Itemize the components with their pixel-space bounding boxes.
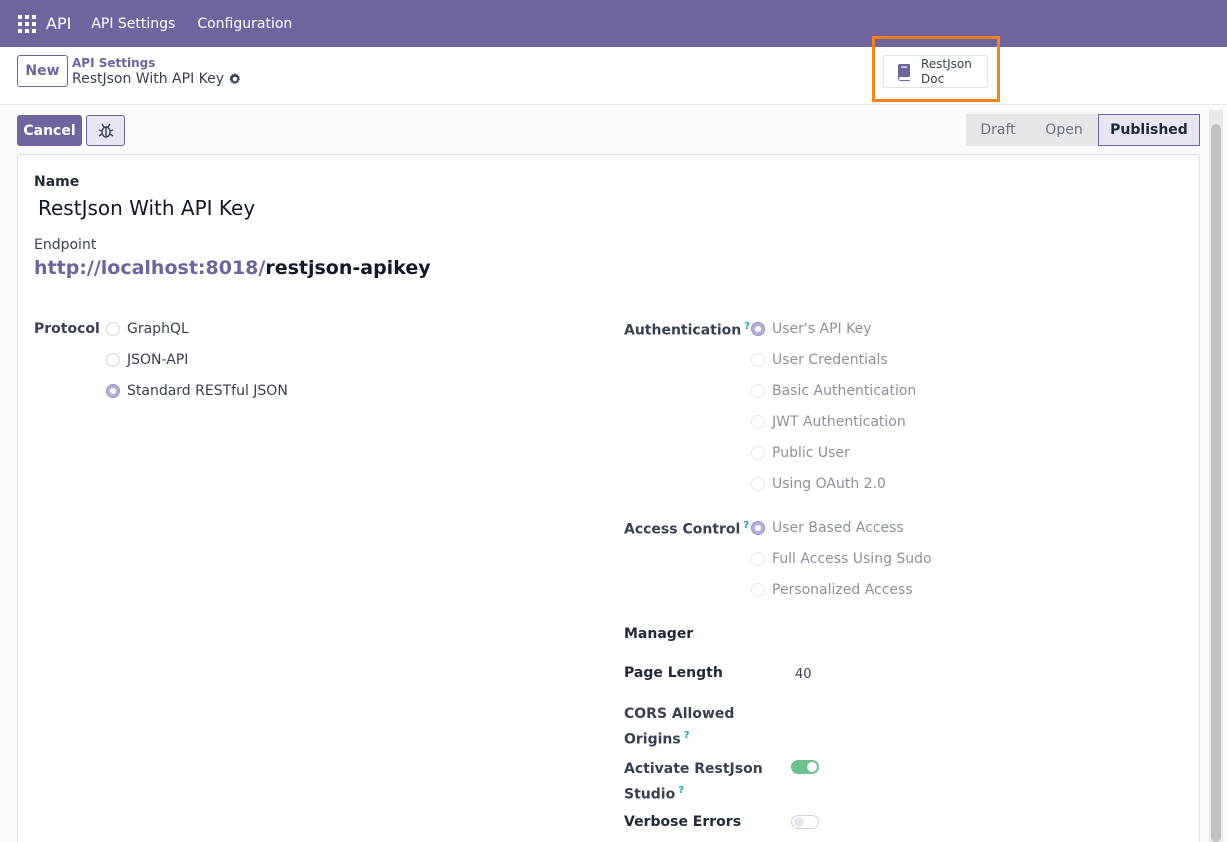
endpoint-label: Endpoint [34,237,97,253]
authentication-label-text: Authentication [624,322,742,339]
auth-option-public[interactable]: Public User [751,445,850,461]
radio-label: Public User [772,445,850,461]
cors-label-line2-wrap: Origins? [624,725,734,751]
radio-restful[interactable] [106,384,120,398]
radio-label: User Based Access [772,520,904,536]
studio-toggle[interactable] [791,760,819,774]
radio-basic[interactable] [751,384,765,398]
radio-label: Full Access Using Sudo [772,551,932,567]
stage-published[interactable]: Published [1098,114,1200,146]
radio-oauth[interactable] [751,477,765,491]
app-brand[interactable]: API [46,14,71,33]
radio-label: Standard RESTful JSON [127,383,288,399]
authentication-label: Authentication? [624,321,750,339]
debug-button[interactable] [86,115,125,146]
verbose-errors-label: Verbose Errors [624,814,742,830]
radio-label: User's API Key [772,321,872,337]
vertical-scrollbar[interactable] [1209,110,1223,842]
radio-graphql[interactable] [106,322,120,336]
verbose-errors-toggle[interactable] [791,815,819,829]
endpoint-path: restjson-apikey [265,257,431,279]
auth-option-jwt[interactable]: JWT Authentication [751,414,906,430]
endpoint-value[interactable]: http://localhost:8018/restjson-apikey [34,257,431,279]
radio-personalized[interactable] [751,583,765,597]
top-navbar: API API Settings Configuration [0,0,1227,47]
protocol-label: Protocol [34,321,100,337]
cancel-button[interactable]: Cancel [17,115,82,146]
help-icon[interactable]: ? [743,520,749,531]
auth-option-basic[interactable]: Basic Authentication [751,383,916,399]
help-icon[interactable]: ? [684,730,690,741]
restjson-doc-button[interactable]: RestJson Doc [883,55,988,88]
protocol-option-graphql[interactable]: GraphQL [106,321,189,337]
auth-option-oauth[interactable]: Using OAuth 2.0 [751,476,886,492]
access-option-personalized[interactable]: Personalized Access [751,582,913,598]
menu-api-settings[interactable]: API Settings [91,16,175,32]
help-icon[interactable]: ? [678,785,684,796]
studio-label-line1: Activate RestJson [624,761,763,777]
manager-label: Manager [624,626,694,642]
radio-label: Using OAuth 2.0 [772,476,886,492]
radio-public[interactable] [751,446,765,460]
radio-api-key[interactable] [751,322,765,336]
radio-label: Personalized Access [772,582,913,598]
menu-configuration[interactable]: Configuration [197,16,292,32]
gear-icon[interactable] [229,73,241,85]
scrollbar-thumb[interactable] [1211,124,1221,842]
radio-label: JSON-API [127,352,189,368]
access-option-sudo[interactable]: Full Access Using Sudo [751,551,932,567]
breadcrumb-api-settings[interactable]: API Settings [72,56,155,70]
radio-credentials[interactable] [751,353,765,367]
radio-label: GraphQL [127,321,189,337]
bug-icon [98,123,113,138]
status-bar: Draft Open Published [966,114,1200,146]
record-name: RestJson With API Key [72,71,225,87]
page-length-value[interactable]: 40 [795,667,812,682]
studio-label-line2: Studio [624,786,676,803]
control-panel: New API Settings RestJson With API Key R… [0,36,1227,105]
access-control-label-text: Access Control [624,521,741,538]
endpoint-base-url: http://localhost:8018/ [34,257,266,279]
radio-user-based[interactable] [751,521,765,535]
studio-label-line2-wrap: Studio? [624,780,763,806]
access-control-label: Access Control? [624,520,749,538]
doc-button-label: RestJson Doc [921,56,972,86]
help-icon[interactable]: ? [744,321,750,332]
protocol-option-jsonapi[interactable]: JSON-API [106,352,188,368]
radio-sudo[interactable] [751,552,765,566]
radio-jsonapi[interactable] [106,353,120,367]
name-field[interactable]: RestJson With API Key [38,196,255,220]
stage-draft[interactable]: Draft [966,114,1030,146]
name-label: Name [34,174,80,190]
auth-option-api-key[interactable]: User's API Key [751,321,871,337]
radio-label: Basic Authentication [772,383,917,399]
breadcrumb-current: RestJson With API Key [72,71,241,87]
access-option-user-based[interactable]: User Based Access [751,520,904,536]
book-icon [898,63,910,81]
stage-open[interactable]: Open [1030,114,1098,146]
auth-option-credentials[interactable]: User Credentials [751,352,888,368]
apps-grid-icon[interactable] [18,14,36,33]
cors-label-line2: Origins [624,731,681,748]
cors-label-line1: CORS Allowed [624,706,735,722]
new-button[interactable]: New [17,55,68,87]
studio-label: Activate RestJson Studio? [624,759,763,806]
page-length-label: Page Length [624,665,723,681]
radio-jwt[interactable] [751,415,765,429]
radio-label: User Credentials [772,352,888,368]
cors-origins-label: CORS Allowed Origins? [624,704,734,751]
radio-label: JWT Authentication [772,414,906,430]
protocol-option-restful[interactable]: Standard RESTful JSON [106,383,288,399]
